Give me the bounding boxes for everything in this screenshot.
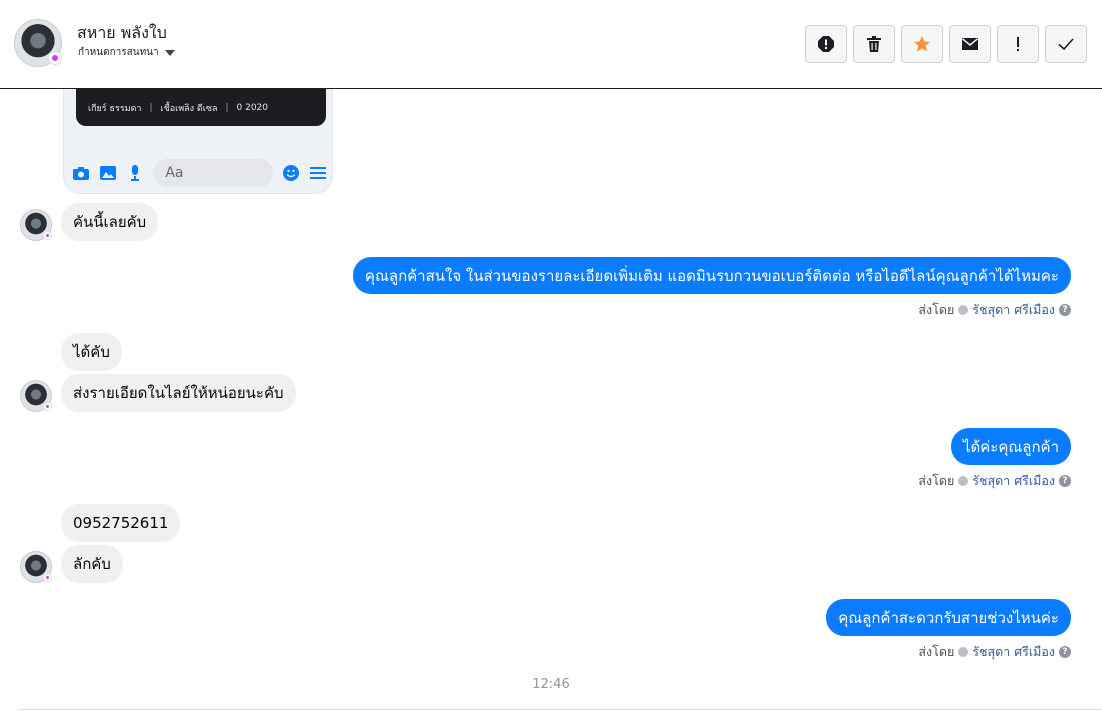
spec-divider: | <box>225 102 229 113</box>
incoming-message[interactable]: ส่งรายเอียดในไลย์ให้หน่อยนะคับ <box>61 374 296 412</box>
sent-by-label: ส่งโดย รัชสุดา ศรีเมือง ? <box>918 300 1071 320</box>
incoming-message[interactable]: 0952752611 <box>61 504 181 542</box>
messenger-badge-icon <box>48 51 62 65</box>
agent-name[interactable]: รัชสุดา ศรีเมือง <box>972 642 1055 662</box>
agent-name[interactable]: รัชสุดา ศรีเมือง <box>972 300 1055 320</box>
composer-input: Aa <box>153 159 273 187</box>
mark-unread-button[interactable] <box>949 25 991 63</box>
caret-down-icon <box>164 49 175 56</box>
composer-divider <box>18 709 1102 710</box>
conversation-header: สหาย พลังใบ กำหนดการสนทนา <box>0 0 1102 89</box>
agent-icon <box>958 476 969 486</box>
help-icon[interactable]: ? <box>1059 475 1071 487</box>
outgoing-message[interactable]: คุณลูกค้าสนใจ ในส่วนของรายละเอียดเพิ่มเต… <box>352 257 1071 294</box>
sent-by-prefix: ส่งโดย <box>918 644 955 659</box>
sender-avatar[interactable] <box>20 209 52 241</box>
outgoing-message[interactable]: ได้ค่ะคุณลูกค้า <box>950 428 1071 465</box>
messenger-badge-icon <box>43 573 52 582</box>
spec-fuel: เชื้อเพลิง ดีเซล <box>160 103 218 114</box>
sender-avatar[interactable] <box>20 380 52 412</box>
message-timestamp: 12:46 <box>532 677 570 692</box>
sender-avatar[interactable] <box>20 551 52 583</box>
outgoing-message[interactable]: คุณลูกค้าสะดวกรับสายช่วงไหนค่ะ <box>826 599 1071 636</box>
trash-icon <box>867 36 881 52</box>
action-toolbar <box>805 25 1087 63</box>
image-composer-bar: Aa <box>72 159 327 187</box>
car-spec-strip: เกียร์ ธรรมดา | เชื้อเพลิง ดีเซล | 0 202… <box>76 89 326 126</box>
check-icon <box>1058 38 1074 51</box>
photo-icon <box>99 164 116 182</box>
agent-name[interactable]: รัชสุดา ศรีเมือง <box>972 471 1055 491</box>
alert-icon <box>818 36 834 52</box>
done-button[interactable] <box>1045 25 1087 63</box>
contact-name[interactable]: สหาย พลังใบ <box>77 21 167 46</box>
contact-avatar[interactable] <box>14 19 62 67</box>
agent-icon <box>958 647 969 657</box>
spec-divider: | <box>149 102 153 113</box>
sent-by-prefix: ส่งโดย <box>918 473 955 488</box>
emoji-icon <box>283 164 300 182</box>
attached-image[interactable]: เกียร์ ธรรมดา | เชื้อเพลิง ดีเซล | 0 202… <box>63 89 333 194</box>
menu-icon <box>310 164 327 182</box>
sent-by-label: ส่งโดย รัชสุดา ศรีเมือง ? <box>918 471 1071 491</box>
help-icon[interactable]: ? <box>1059 304 1071 316</box>
messenger-badge-icon <box>43 231 52 240</box>
message-thread[interactable]: เกียร์ ธรรมดา | เชื้อเพลิง ดีเซล | 0 202… <box>0 89 1102 712</box>
microphone-icon <box>126 164 143 182</box>
agent-icon <box>958 305 969 315</box>
incoming-message[interactable]: ลักคับ <box>61 545 123 583</box>
delete-button[interactable] <box>853 25 895 63</box>
conversation-settings-label: กำหนดการสนทนา <box>78 47 159 58</box>
conversation-settings-dropdown[interactable]: กำหนดการสนทนา <box>78 45 175 60</box>
star-icon <box>914 36 930 52</box>
spec-gear: เกียร์ ธรรมดา <box>88 103 142 114</box>
spam-button[interactable] <box>997 25 1039 63</box>
exclamation-icon <box>1017 37 1019 51</box>
spec-year: 0 2020 <box>236 102 269 113</box>
star-button[interactable] <box>901 25 943 63</box>
incoming-message[interactable]: คันนี้เลยคับ <box>61 203 159 241</box>
camera-icon <box>72 164 89 182</box>
sent-by-prefix: ส่งโดย <box>918 302 955 317</box>
messenger-badge-icon <box>43 402 52 411</box>
envelope-icon <box>962 38 978 50</box>
sent-by-label: ส่งโดย รัชสุดา ศรีเมือง ? <box>918 642 1071 662</box>
alert-button[interactable] <box>805 25 847 63</box>
incoming-message[interactable]: ได้คับ <box>61 333 122 371</box>
help-icon[interactable]: ? <box>1059 646 1071 658</box>
